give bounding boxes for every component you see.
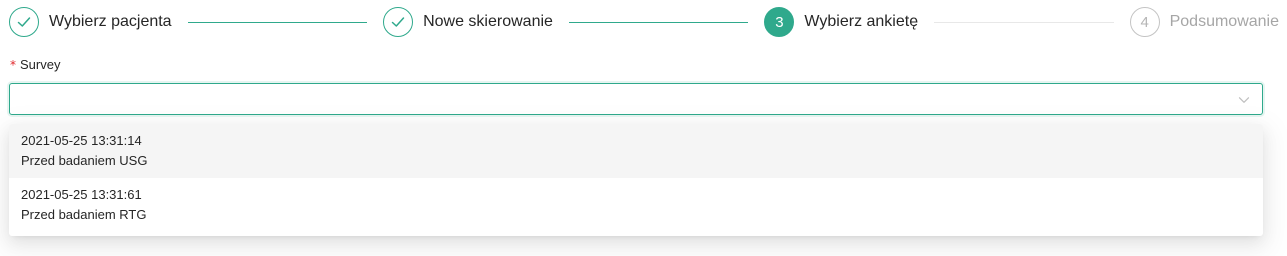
- step-new-referral[interactable]: Nowe skierowanie: [383, 7, 553, 37]
- survey-dropdown: 2021-05-25 13:31:14 Przed badaniem USG 2…: [9, 124, 1263, 236]
- step-4-title: Podsumowanie: [1169, 13, 1280, 30]
- step-select-patient[interactable]: Wybierz pacjenta: [9, 7, 172, 37]
- step-select-survey[interactable]: 3 Wybierz ankietę: [764, 7, 918, 37]
- chevron-down-icon[interactable]: [1238, 93, 1250, 105]
- steps-bar: Wybierz pacjenta Nowe skierowanie 3 Wybi…: [9, 6, 1279, 38]
- step-connector-1: [187, 21, 368, 23]
- step-summary[interactable]: 4 Podsumowanie: [1129, 7, 1280, 37]
- survey-option-name: Przed badaniem USG: [21, 153, 148, 168]
- step-2-check-icon: [383, 7, 414, 37]
- survey-search-input[interactable]: [10, 84, 1242, 114]
- survey-option-date: 2021-05-25 13:31:61: [21, 187, 142, 202]
- step-3-number: 3: [764, 7, 795, 37]
- step-3-title: Wybierz ankietę: [804, 13, 919, 30]
- step-4-number: 4: [1129, 7, 1160, 37]
- survey-option-name: Przed badaniem RTG: [21, 207, 147, 222]
- step-1-title: Wybierz pacjenta: [49, 13, 172, 30]
- survey-label-text: Survey: [20, 57, 61, 72]
- step-connector-2: [568, 21, 749, 23]
- step-connector-3: [934, 21, 1114, 23]
- required-mark: *: [10, 58, 16, 72]
- survey-select[interactable]: [9, 83, 1263, 115]
- step-2-title: Nowe skierowanie: [423, 13, 553, 30]
- survey-option-usg[interactable]: 2021-05-25 13:31:14 Przed badaniem USG: [9, 124, 1263, 178]
- page: Wybierz pacjenta Nowe skierowanie 3 Wybi…: [0, 0, 1287, 256]
- step-1-check-icon: [9, 7, 39, 37]
- survey-label: * Survey: [10, 57, 60, 73]
- survey-option-rtg[interactable]: 2021-05-25 13:31:61 Przed badaniem RTG: [9, 178, 1263, 232]
- survey-option-date: 2021-05-25 13:31:14: [21, 133, 142, 148]
